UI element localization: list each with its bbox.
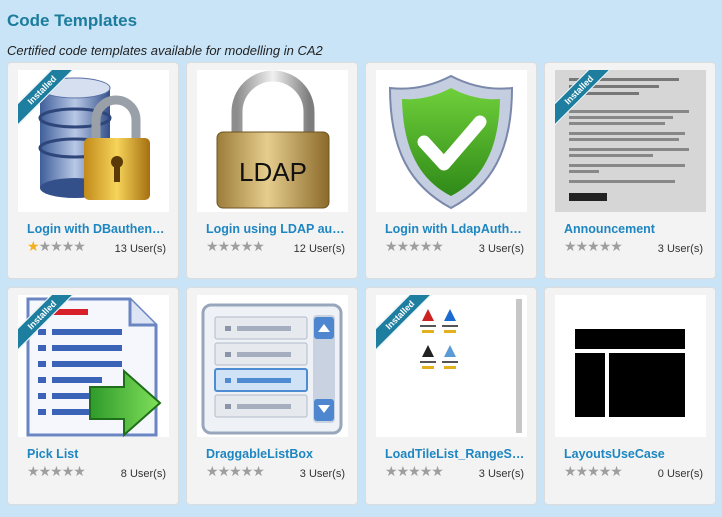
star-icon[interactable]: ★ bbox=[252, 463, 265, 479]
star-icon[interactable]: ★ bbox=[408, 238, 421, 254]
pick-list-icon: Installed bbox=[18, 295, 169, 437]
star-icon[interactable]: ★ bbox=[564, 463, 577, 479]
star-icon[interactable]: ★ bbox=[62, 463, 75, 479]
tile-list-thumbnail: Installed bbox=[376, 295, 527, 437]
star-icon[interactable]: ★ bbox=[229, 463, 242, 479]
star-icon[interactable]: ★ bbox=[385, 238, 398, 254]
user-count: 8 User(s) bbox=[120, 468, 166, 480]
user-count: 3 User(s) bbox=[478, 468, 524, 480]
star-icon[interactable]: ★ bbox=[420, 238, 433, 254]
star-icon[interactable]: ★ bbox=[576, 463, 589, 479]
star-icon[interactable]: ★ bbox=[241, 238, 254, 254]
rating-stars[interactable]: ★★★★★ bbox=[206, 238, 265, 255]
star-icon[interactable]: ★ bbox=[420, 463, 433, 479]
template-title[interactable]: Login with DBauthenti... bbox=[27, 222, 167, 236]
star-icon[interactable]: ★ bbox=[62, 238, 75, 254]
template-title[interactable]: LoadTileList_RangeSe... bbox=[385, 447, 525, 461]
ldap-icon-text: LDAP bbox=[239, 157, 307, 187]
star-icon[interactable]: ★ bbox=[599, 463, 612, 479]
star-icon[interactable]: ★ bbox=[431, 463, 444, 479]
rating-stars[interactable]: ★★★★★ bbox=[27, 463, 86, 480]
template-card-login-ldap[interactable]: LDAP Login using LDAP auth... ★★★★★ 12 U… bbox=[186, 62, 358, 279]
user-count: 0 User(s) bbox=[657, 468, 703, 480]
template-title[interactable]: LayoutsUseCase bbox=[564, 447, 704, 461]
rating-stars[interactable]: ★★★★★ bbox=[385, 463, 444, 480]
star-icon[interactable]: ★ bbox=[229, 238, 242, 254]
template-card-draggable-listbox[interactable]: DraggableListBox ★★★★★ 3 User(s) bbox=[186, 287, 358, 505]
star-icon[interactable]: ★ bbox=[39, 238, 52, 254]
template-title[interactable]: Login using LDAP auth... bbox=[206, 222, 346, 236]
star-icon[interactable]: ★ bbox=[218, 463, 231, 479]
star-icon[interactable]: ★ bbox=[218, 238, 231, 254]
star-icon[interactable]: ★ bbox=[408, 463, 421, 479]
template-card-announcement[interactable]: Installed Announcement ★★★★★ 3 User(s) bbox=[544, 62, 716, 279]
user-count: 3 User(s) bbox=[657, 243, 703, 255]
star-icon[interactable]: ★ bbox=[587, 238, 600, 254]
rating-stars[interactable]: ★★★★★ bbox=[385, 238, 444, 255]
list-box-icon bbox=[197, 295, 348, 437]
template-title[interactable]: Announcement bbox=[564, 222, 704, 236]
star-icon[interactable]: ★ bbox=[206, 463, 219, 479]
rating-stars[interactable]: ★★★★★ bbox=[206, 463, 265, 480]
template-card-login-dbauth[interactable]: Installed Login with DBauthenti... ★★★★★… bbox=[7, 62, 179, 279]
star-icon[interactable]: ★ bbox=[385, 463, 398, 479]
star-icon[interactable]: ★ bbox=[564, 238, 577, 254]
user-count: 3 User(s) bbox=[299, 468, 345, 480]
star-icon[interactable]: ★ bbox=[50, 238, 63, 254]
shield-check-icon bbox=[376, 70, 527, 212]
template-card-load-tile-list[interactable]: Installed LoadTileList_RangeSe... ★★★★★ … bbox=[365, 287, 537, 505]
page-subtitle: Certified code templates available for m… bbox=[7, 43, 323, 58]
layout-icon bbox=[555, 295, 706, 437]
page-title: Code Templates bbox=[7, 11, 138, 30]
star-icon[interactable]: ★ bbox=[610, 238, 623, 254]
template-title[interactable]: DraggableListBox bbox=[206, 447, 346, 461]
star-icon[interactable]: ★ bbox=[587, 463, 600, 479]
template-card-pick-list[interactable]: Installed Pick List ★★★★★ 8 User(s) bbox=[7, 287, 179, 505]
rating-stars[interactable]: ★★★★★ bbox=[564, 463, 623, 480]
star-icon[interactable]: ★ bbox=[27, 238, 40, 254]
star-icon[interactable]: ★ bbox=[241, 463, 254, 479]
star-icon[interactable]: ★ bbox=[50, 463, 63, 479]
star-icon[interactable]: ★ bbox=[397, 238, 410, 254]
star-icon[interactable]: ★ bbox=[576, 238, 589, 254]
rating-stars[interactable]: ★★★★★ bbox=[27, 238, 86, 255]
star-icon[interactable]: ★ bbox=[206, 238, 219, 254]
star-icon[interactable]: ★ bbox=[599, 238, 612, 254]
star-icon[interactable]: ★ bbox=[252, 238, 265, 254]
star-icon[interactable]: ★ bbox=[397, 463, 410, 479]
star-icon[interactable]: ★ bbox=[73, 463, 86, 479]
star-icon[interactable]: ★ bbox=[610, 463, 623, 479]
announcement-thumbnail: Installed bbox=[555, 70, 706, 212]
user-count: 3 User(s) bbox=[478, 243, 524, 255]
star-icon[interactable]: ★ bbox=[73, 238, 86, 254]
star-icon[interactable]: ★ bbox=[27, 463, 40, 479]
star-icon[interactable]: ★ bbox=[39, 463, 52, 479]
user-count: 12 User(s) bbox=[293, 243, 345, 255]
ldap-padlock-icon: LDAP bbox=[197, 70, 348, 212]
database-lock-icon: Installed bbox=[18, 70, 169, 212]
template-title[interactable]: Login with LdapAuthe... bbox=[385, 222, 525, 236]
template-title[interactable]: Pick List bbox=[27, 447, 167, 461]
user-count: 13 User(s) bbox=[114, 243, 166, 255]
star-icon[interactable]: ★ bbox=[431, 238, 444, 254]
rating-stars[interactable]: ★★★★★ bbox=[564, 238, 623, 255]
template-card-layouts-use-case[interactable]: LayoutsUseCase ★★★★★ 0 User(s) bbox=[544, 287, 716, 505]
template-card-login-ldapauth[interactable]: Login with LdapAuthe... ★★★★★ 3 User(s) bbox=[365, 62, 537, 279]
